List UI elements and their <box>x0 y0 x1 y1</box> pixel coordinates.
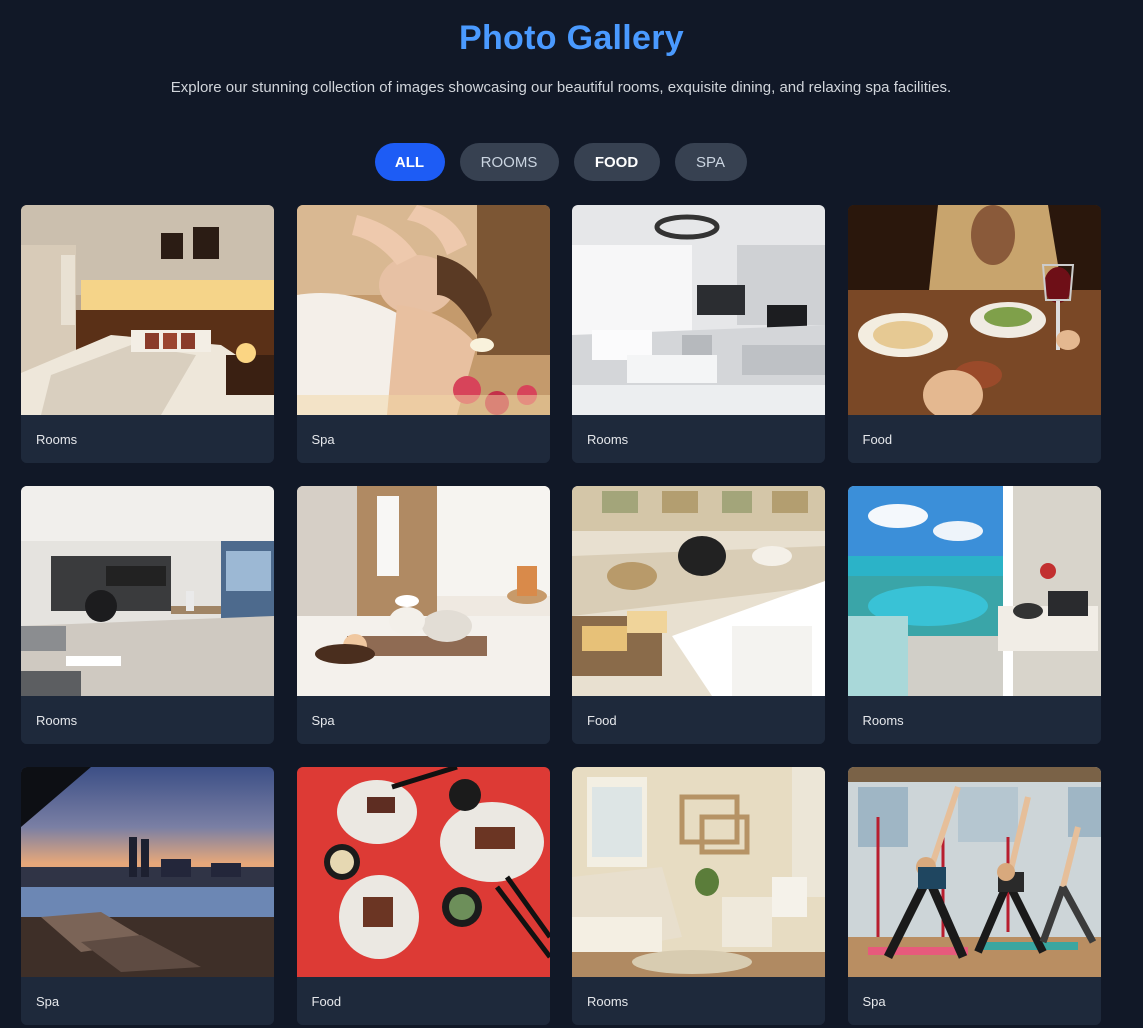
sushi-plates-image <box>296 767 550 977</box>
gallery-item-category: Food <box>296 977 550 1025</box>
gallery-item-category: Rooms <box>21 696 274 744</box>
gallery-item-category: Spa <box>296 696 550 744</box>
gallery-item[interactable]: Rooms <box>572 767 825 1025</box>
gallery-item-category: Rooms <box>572 415 825 463</box>
page-title: Photo Gallery <box>459 19 684 57</box>
gallery-item-category: Rooms <box>847 696 1101 744</box>
gallery-item-category: Rooms <box>572 977 825 1025</box>
modern-apartment-image <box>21 486 274 696</box>
gallery-item-category: Food <box>847 415 1101 463</box>
page-subtitle: Explore our stunning collection of image… <box>170 79 952 96</box>
filter-all-button[interactable]: ALL <box>374 143 445 181</box>
gallery-item-category: Spa <box>21 977 274 1025</box>
gallery-item-category: Rooms <box>21 415 274 463</box>
spa-towels-candles-image <box>296 486 550 696</box>
gallery-item-category: Spa <box>847 977 1101 1025</box>
filter-food-button[interactable]: FOOD <box>573 143 660 181</box>
gallery-item[interactable]: Spa <box>296 486 550 744</box>
gallery-grid: Rooms Spa Rooms Food Rooms Spa Food Room… <box>21 205 1101 1025</box>
balcony-ocean-view-image <box>847 486 1101 696</box>
gallery-item[interactable]: Spa <box>847 767 1101 1025</box>
gallery-item[interactable]: Spa <box>21 767 274 1025</box>
hotel-bedroom-image <box>21 205 274 415</box>
gallery-item[interactable]: Rooms <box>21 205 274 463</box>
gallery-item[interactable]: Rooms <box>21 486 274 744</box>
gallery-item[interactable]: Spa <box>296 205 550 463</box>
gallery-header: Photo Gallery Explore our stunning colle… <box>0 0 1143 98</box>
spa-massage-image <box>296 205 550 415</box>
buffet-breakfast-image <box>572 486 825 696</box>
white-living-room-image <box>572 205 825 415</box>
gallery-item[interactable]: Rooms <box>847 486 1101 744</box>
gallery-item[interactable]: Food <box>847 205 1101 463</box>
filter-bar: ALL ROOMS FOOD SPA <box>0 143 1143 181</box>
gallery-item-category: Food <box>572 696 825 744</box>
rooftop-infinity-pool-image <box>21 767 274 977</box>
gallery-item[interactable]: Rooms <box>572 205 825 463</box>
dining-wine-image <box>847 205 1101 415</box>
yoga-class-image <box>847 767 1101 977</box>
filter-spa-button[interactable]: SPA <box>674 143 747 181</box>
gallery-item-category: Spa <box>296 415 550 463</box>
gallery-item[interactable]: Food <box>296 767 550 1025</box>
vintage-bedroom-image <box>572 767 825 977</box>
filter-rooms-button[interactable]: ROOMS <box>459 143 559 181</box>
gallery-item[interactable]: Food <box>572 486 825 744</box>
